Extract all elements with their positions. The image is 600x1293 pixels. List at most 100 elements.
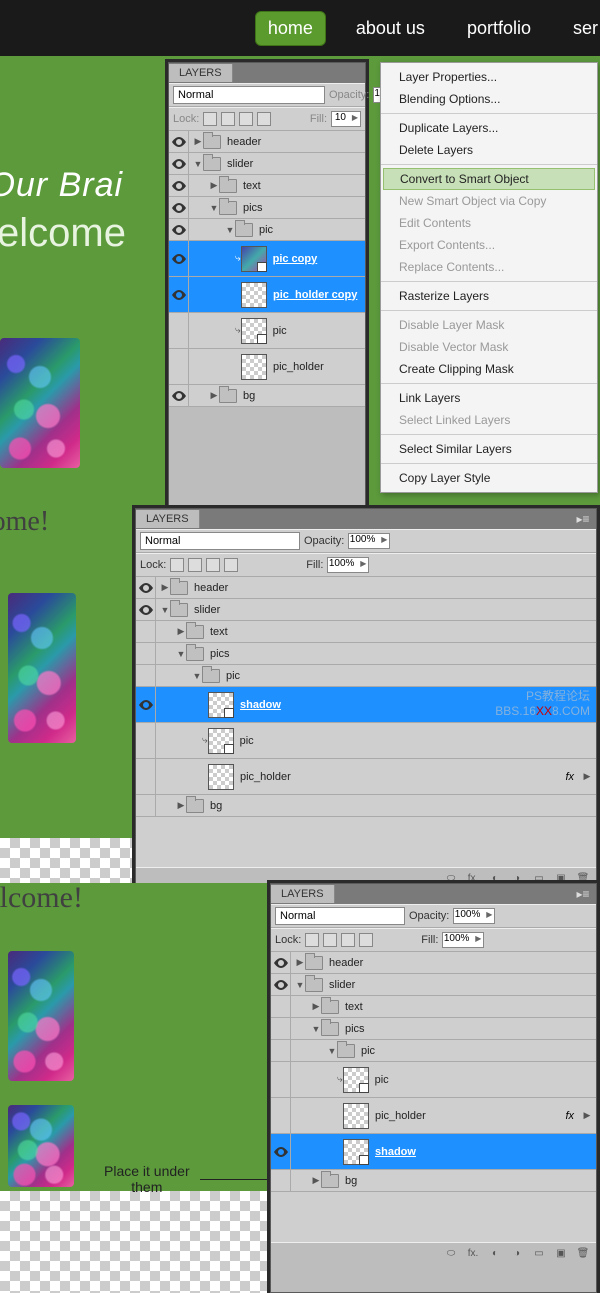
folder-icon	[170, 581, 188, 595]
adjustment-icon[interactable]: ◑	[510, 1247, 524, 1261]
layer-shadow[interactable]: shadow	[136, 687, 596, 723]
layer-pics[interactable]: ▼pics	[271, 1018, 596, 1040]
layer-bg[interactable]: ▶bg	[271, 1170, 596, 1192]
layer-text[interactable]: ▶text	[136, 621, 596, 643]
layer-pic-holder[interactable]: pic_holder	[169, 349, 365, 385]
blend-mode-select[interactable]	[275, 907, 405, 925]
fx-icon[interactable]: fx.	[466, 1247, 480, 1261]
visibility-toggle[interactable]	[136, 759, 156, 794]
menu-rasterize-layers[interactable]: Rasterize Layers	[381, 285, 597, 307]
visibility-toggle[interactable]	[169, 241, 189, 276]
layers-panel-3: LAYERS ▸≡ Opacity: 100% Lock: Fill: 100%…	[270, 883, 597, 1293]
blend-mode-select[interactable]	[140, 532, 300, 550]
visibility-toggle[interactable]	[169, 131, 189, 152]
visibility-toggle[interactable]	[169, 219, 189, 240]
blend-mode-select[interactable]	[173, 86, 325, 104]
layer-header[interactable]: ▶header	[271, 952, 596, 974]
menu-blending-options[interactable]: Blending Options...	[381, 88, 597, 110]
fx-badge[interactable]: fx	[565, 1110, 582, 1122]
visibility-toggle[interactable]	[271, 1040, 291, 1061]
menu-link-layers[interactable]: Link Layers	[381, 387, 597, 409]
layer-header[interactable]: ▶header	[136, 577, 596, 599]
visibility-toggle[interactable]	[271, 952, 291, 973]
mask-icon[interactable]: ◐	[488, 1247, 502, 1261]
opacity-spin[interactable]: 100%	[348, 533, 390, 549]
visibility-toggle[interactable]	[169, 277, 189, 312]
visibility-toggle[interactable]	[136, 723, 156, 758]
layer-pic-holder-copy[interactable]: pic_holder copy	[169, 277, 365, 313]
layer-slider[interactable]: ▼slider	[169, 153, 365, 175]
visibility-toggle[interactable]	[271, 1098, 291, 1133]
group-icon[interactable]: ▭	[532, 1247, 546, 1261]
visibility-toggle[interactable]	[169, 313, 189, 348]
layer-text[interactable]: ▶text	[169, 175, 365, 197]
layer-header[interactable]: ▶header	[169, 131, 365, 153]
visibility-toggle[interactable]	[169, 349, 189, 384]
layer-bg[interactable]: ▶bg	[169, 385, 365, 407]
menu-layer-properties[interactable]: Layer Properties...	[381, 66, 597, 88]
nav-about[interactable]: about us	[344, 12, 437, 45]
visibility-toggle[interactable]	[271, 996, 291, 1017]
visibility-toggle[interactable]	[271, 1170, 291, 1191]
layer-shadow[interactable]: shadow	[271, 1134, 596, 1170]
layer-text[interactable]: ▶text	[271, 996, 596, 1018]
layers-tab[interactable]: LAYERS	[169, 64, 233, 82]
visibility-toggle[interactable]	[136, 665, 156, 686]
fx-badge[interactable]: fx	[565, 771, 582, 783]
layer-pic-holder[interactable]: pic_holderfx▶	[136, 759, 596, 795]
layer-pics[interactable]: ▼pics	[169, 197, 365, 219]
panel-menu-icon[interactable]: ▸≡	[570, 509, 596, 529]
new-layer-icon[interactable]: ▣	[554, 1247, 568, 1261]
layer-bg[interactable]: ▶bg	[136, 795, 596, 817]
visibility-toggle[interactable]	[271, 1018, 291, 1039]
fill-spin[interactable]: 100%	[442, 932, 484, 948]
layer-slider[interactable]: ▼slider	[136, 599, 596, 621]
lock-icons[interactable]	[203, 112, 271, 126]
panel-tabbar: LAYERS ▸≡	[136, 509, 596, 529]
nav-services[interactable]: ser	[561, 12, 600, 45]
nav-home[interactable]: home	[255, 11, 326, 46]
layer-pic-copy[interactable]: ⤷pic copy	[169, 241, 365, 277]
link-icon[interactable]: ⬭	[444, 1247, 458, 1261]
layers-tab[interactable]: LAYERS	[136, 510, 200, 528]
menu-copy-layer-style[interactable]: Copy Layer Style	[381, 467, 597, 489]
panel-menu-icon[interactable]: ▸≡	[570, 884, 596, 904]
lock-icons[interactable]	[170, 558, 238, 572]
visibility-toggle[interactable]	[136, 643, 156, 664]
menu-convert-smart-object[interactable]: Convert to Smart Object	[383, 168, 595, 190]
layer-pic-holder[interactable]: pic_holderfx▶	[271, 1098, 596, 1134]
opacity-spin[interactable]: 100%	[453, 908, 495, 924]
visibility-toggle[interactable]	[136, 577, 156, 598]
layer-slider[interactable]: ▼slider	[271, 974, 596, 996]
visibility-toggle[interactable]	[169, 385, 189, 406]
nav-portfolio[interactable]: portfolio	[455, 12, 543, 45]
visibility-toggle[interactable]	[169, 197, 189, 218]
layer-pic-folder[interactable]: ▼pic	[136, 665, 596, 687]
layers-tab[interactable]: LAYERS	[271, 885, 335, 903]
visibility-toggle[interactable]	[271, 1062, 291, 1097]
lock-label: Lock:	[173, 113, 199, 125]
trash-icon[interactable]: 🗑	[576, 1247, 590, 1261]
menu-select-similar[interactable]: Select Similar Layers	[381, 438, 597, 460]
menu-delete-layers[interactable]: Delete Layers	[381, 139, 597, 161]
visibility-toggle[interactable]	[136, 795, 156, 816]
visibility-toggle[interactable]	[136, 599, 156, 620]
visibility-toggle[interactable]	[169, 175, 189, 196]
fill-spin[interactable]: 100%	[327, 557, 369, 573]
annotation-text: Place it under them	[104, 1163, 190, 1195]
visibility-toggle[interactable]	[271, 1134, 291, 1169]
visibility-toggle[interactable]	[271, 974, 291, 995]
visibility-toggle[interactable]	[169, 153, 189, 174]
layer-pics[interactable]: ▼pics	[136, 643, 596, 665]
lock-icons[interactable]	[305, 933, 373, 947]
menu-create-clipping-mask[interactable]: Create Clipping Mask	[381, 358, 597, 380]
visibility-toggle[interactable]	[136, 621, 156, 642]
layer-pic[interactable]: ⤷pic	[271, 1062, 596, 1098]
menu-duplicate-layers[interactable]: Duplicate Layers...	[381, 117, 597, 139]
layer-pic[interactable]: ⤷pic	[136, 723, 596, 759]
fill-spin[interactable]: 10	[331, 111, 361, 127]
layer-pic-folder[interactable]: ▼pic	[169, 219, 365, 241]
layer-pic-folder[interactable]: ▼pic	[271, 1040, 596, 1062]
layer-pic[interactable]: ⤷pic	[169, 313, 365, 349]
visibility-toggle[interactable]	[136, 687, 156, 722]
